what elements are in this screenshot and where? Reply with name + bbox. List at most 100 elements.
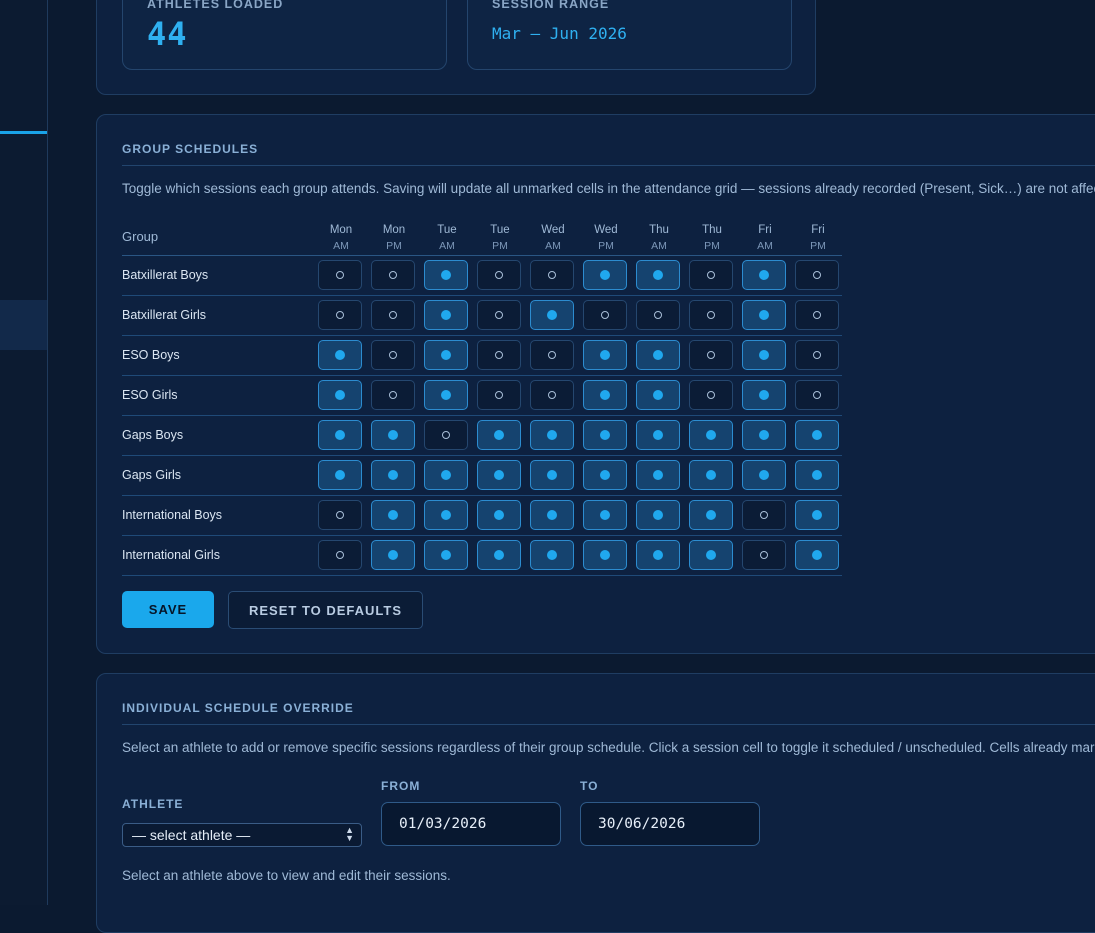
- session-toggle-on[interactable]: [795, 540, 839, 570]
- session-toggle-on[interactable]: [583, 340, 627, 370]
- session-toggle-on[interactable]: [424, 460, 468, 490]
- session-toggle-on[interactable]: [636, 340, 680, 370]
- session-toggle-off[interactable]: [530, 380, 574, 410]
- empty-circle-icon: [760, 511, 768, 519]
- session-toggle-off[interactable]: [636, 300, 680, 330]
- session-toggle-on[interactable]: [636, 380, 680, 410]
- from-label: FROM: [381, 779, 421, 793]
- session-toggle-off[interactable]: [689, 300, 733, 330]
- session-toggle-off[interactable]: [477, 260, 521, 290]
- session-toggle-on[interactable]: [583, 540, 627, 570]
- session-toggle-off[interactable]: [371, 300, 415, 330]
- column-day: Fri: [811, 224, 825, 236]
- session-toggle-off[interactable]: [795, 260, 839, 290]
- session-toggle-on[interactable]: [477, 500, 521, 530]
- column-period: PM: [598, 240, 614, 252]
- session-toggle-off[interactable]: [795, 340, 839, 370]
- session-toggle-off[interactable]: [318, 500, 362, 530]
- column-day: Thu: [649, 224, 669, 236]
- session-toggle-off[interactable]: [371, 380, 415, 410]
- session-toggle-on[interactable]: [424, 260, 468, 290]
- sidebar-active-item[interactable]: [0, 300, 47, 350]
- session-toggle-on[interactable]: [583, 500, 627, 530]
- session-toggle-on[interactable]: [477, 540, 521, 570]
- session-toggle-on[interactable]: [689, 420, 733, 450]
- session-toggle-off[interactable]: [318, 540, 362, 570]
- session-toggle-on[interactable]: [742, 380, 786, 410]
- session-toggle-on[interactable]: [424, 300, 468, 330]
- session-toggle-on[interactable]: [742, 460, 786, 490]
- session-toggle-on[interactable]: [371, 500, 415, 530]
- session-toggle-on[interactable]: [477, 460, 521, 490]
- session-toggle-on[interactable]: [583, 420, 627, 450]
- session-toggle-on[interactable]: [583, 380, 627, 410]
- session-toggle-on[interactable]: [530, 420, 574, 450]
- session-toggle-on[interactable]: [636, 420, 680, 450]
- session-toggle-on[interactable]: [371, 460, 415, 490]
- filled-dot-icon: [653, 390, 663, 400]
- session-toggle-off[interactable]: [795, 300, 839, 330]
- filled-dot-icon: [600, 430, 610, 440]
- session-toggle-on[interactable]: [689, 500, 733, 530]
- session-toggle-on[interactable]: [636, 460, 680, 490]
- session-toggle-off[interactable]: [689, 340, 733, 370]
- session-toggle-off[interactable]: [583, 300, 627, 330]
- session-toggle-off[interactable]: [477, 340, 521, 370]
- session-toggle-off[interactable]: [742, 540, 786, 570]
- session-toggle-on[interactable]: [530, 460, 574, 490]
- session-toggle-off[interactable]: [742, 500, 786, 530]
- column-header: Thu AM: [636, 222, 682, 254]
- session-toggle-on[interactable]: [742, 300, 786, 330]
- empty-circle-icon: [442, 431, 450, 439]
- session-toggle-off[interactable]: [424, 420, 468, 450]
- session-toggle-on[interactable]: [795, 420, 839, 450]
- session-toggle-on[interactable]: [530, 540, 574, 570]
- session-toggle-off[interactable]: [689, 260, 733, 290]
- from-date-input[interactable]: 01/03/2026: [381, 802, 561, 846]
- session-toggle-on[interactable]: [424, 380, 468, 410]
- session-toggle-off[interactable]: [530, 340, 574, 370]
- session-toggle-on[interactable]: [318, 420, 362, 450]
- to-date-input[interactable]: 30/06/2026: [580, 802, 760, 846]
- session-toggle-on[interactable]: [689, 540, 733, 570]
- session-toggle-on[interactable]: [318, 380, 362, 410]
- session-toggle-on[interactable]: [424, 540, 468, 570]
- filled-dot-icon: [441, 270, 451, 280]
- session-toggle-off[interactable]: [530, 260, 574, 290]
- reset-to-defaults-button[interactable]: RESET TO DEFAULTS: [228, 591, 423, 629]
- session-toggle-on[interactable]: [318, 460, 362, 490]
- session-toggle-on[interactable]: [371, 420, 415, 450]
- session-toggle-on[interactable]: [530, 500, 574, 530]
- session-toggle-on[interactable]: [795, 500, 839, 530]
- session-toggle-on[interactable]: [477, 420, 521, 450]
- save-button[interactable]: SAVE: [122, 591, 214, 628]
- session-toggle-on[interactable]: [742, 420, 786, 450]
- column-period: PM: [810, 240, 826, 252]
- session-toggle-on[interactable]: [689, 460, 733, 490]
- session-toggle-off[interactable]: [477, 300, 521, 330]
- session-toggle-on[interactable]: [583, 460, 627, 490]
- override-title: INDIVIDUAL SCHEDULE OVERRIDE: [122, 701, 354, 715]
- session-toggle-off[interactable]: [318, 260, 362, 290]
- session-toggle-on[interactable]: [424, 500, 468, 530]
- session-toggle-off[interactable]: [689, 380, 733, 410]
- session-toggle-on[interactable]: [795, 460, 839, 490]
- session-toggle-off[interactable]: [477, 380, 521, 410]
- session-toggle-on[interactable]: [371, 540, 415, 570]
- session-toggle-off[interactable]: [318, 300, 362, 330]
- session-range-value: Mar – Jun 2026: [492, 24, 627, 43]
- athletes-loaded-label: ATHLETES LOADED: [147, 0, 284, 11]
- session-toggle-on[interactable]: [742, 340, 786, 370]
- athlete-select[interactable]: — select athlete — ▲ ▼: [122, 823, 362, 847]
- session-toggle-on[interactable]: [742, 260, 786, 290]
- session-toggle-on[interactable]: [636, 500, 680, 530]
- session-toggle-on[interactable]: [636, 540, 680, 570]
- session-toggle-on[interactable]: [636, 260, 680, 290]
- session-toggle-on[interactable]: [318, 340, 362, 370]
- session-toggle-on[interactable]: [583, 260, 627, 290]
- session-toggle-off[interactable]: [371, 260, 415, 290]
- session-toggle-on[interactable]: [530, 300, 574, 330]
- session-toggle-off[interactable]: [371, 340, 415, 370]
- session-toggle-off[interactable]: [795, 380, 839, 410]
- session-toggle-on[interactable]: [424, 340, 468, 370]
